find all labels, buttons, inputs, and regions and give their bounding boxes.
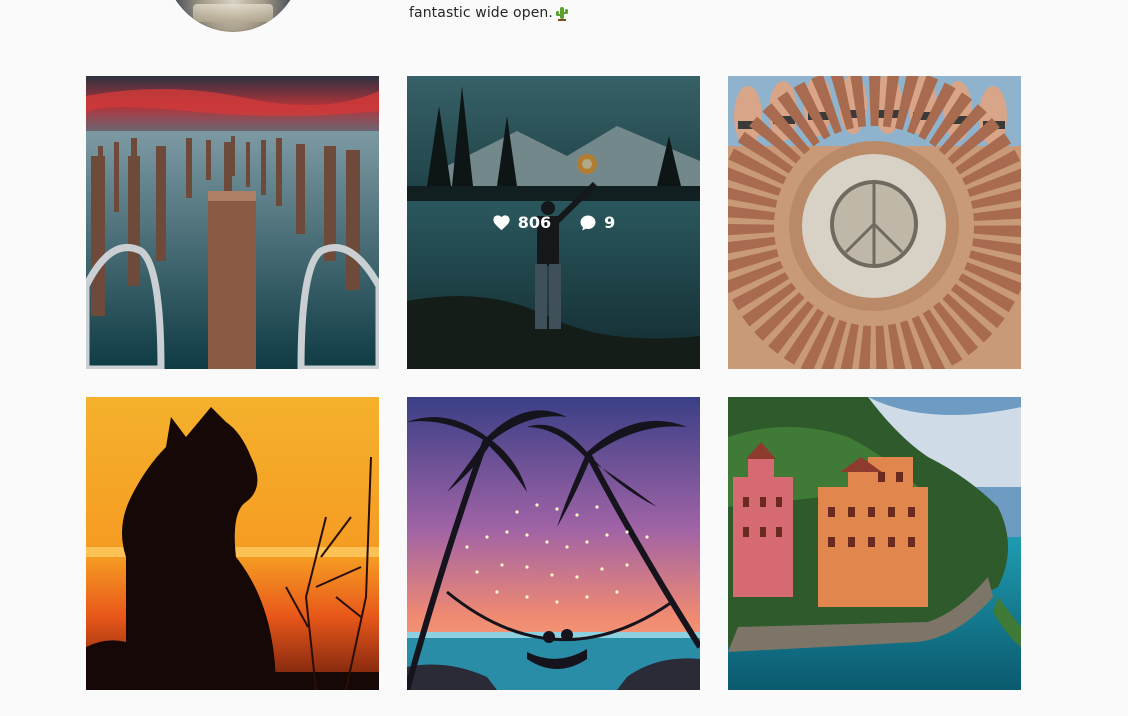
post-hover-overlay: 806 9 xyxy=(407,76,700,369)
cactus-icon xyxy=(555,7,568,21)
comment-bubble-icon xyxy=(580,215,596,230)
post-image xyxy=(407,397,700,690)
likes-count: 806 xyxy=(517,213,552,232)
post-thumbnail[interactable]: 806 9 xyxy=(407,76,700,369)
post-image xyxy=(86,397,379,690)
post-image xyxy=(86,76,379,369)
post-image xyxy=(728,76,1021,369)
post-thumbnail[interactable] xyxy=(407,397,700,690)
comments-count: 9 xyxy=(604,213,616,232)
post-image xyxy=(728,397,1021,690)
comments-stat: 9 xyxy=(579,213,615,232)
heart-icon xyxy=(493,215,510,231)
post-thumbnail[interactable] xyxy=(86,76,379,369)
profile-avatar[interactable] xyxy=(163,0,303,32)
profile-page: fantastic wide open. 806 9 xyxy=(0,0,1128,716)
posts-grid: 806 9 xyxy=(86,76,1021,690)
post-thumbnail[interactable] xyxy=(728,76,1021,369)
post-thumbnail[interactable] xyxy=(86,397,379,690)
bio-text: fantastic wide open. xyxy=(409,5,553,21)
profile-bio: fantastic wide open. xyxy=(409,5,569,21)
post-thumbnail[interactable] xyxy=(728,397,1021,690)
likes-stat: 806 xyxy=(492,213,551,232)
